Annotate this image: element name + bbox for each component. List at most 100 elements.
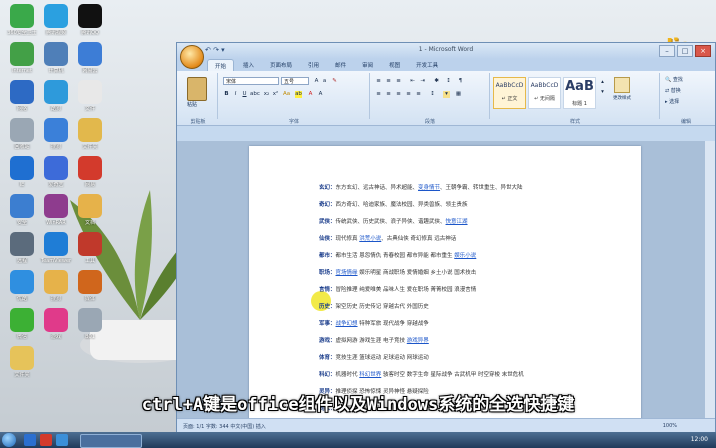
icon-14[interactable]: 爱奇艺 [38, 156, 74, 188]
document-page[interactable]: 玄幻：东方玄幻、远古神话、异术超能、变身情节、王朝争霸、转世重生、异世大陆 奇幻：… [249, 146, 641, 421]
font-color-icon[interactable]: A [307, 91, 314, 98]
icon-27[interactable]: B01 [72, 308, 108, 340]
icon-10[interactable]: 回收站 [4, 118, 40, 150]
icon-19[interactable]: 远程 [4, 232, 40, 264]
minimize-button[interactable]: – [659, 45, 675, 57]
icon-12[interactable]: 文件夹 [72, 118, 108, 150]
line-link[interactable]: 变身情节 [418, 185, 440, 191]
style-normal[interactable]: AaBbCcD ↵ 正文 [493, 77, 526, 109]
align-center-icon[interactable]: ≡ [385, 91, 392, 98]
icon-23[interactable]: 搜狗 [38, 270, 74, 302]
sort-icon[interactable]: ↕ [445, 78, 452, 85]
icon-1[interactable]: 360安全卫士 [4, 4, 40, 36]
icon-3[interactable]: 腾讯QQ [72, 4, 108, 36]
vertical-scrollbar[interactable] [705, 141, 715, 421]
taskbar-media-icon[interactable] [40, 434, 52, 446]
icon-7[interactable]: 网络 [4, 80, 40, 112]
icon-17[interactable]: WinRAR [38, 194, 74, 226]
document-line[interactable]: 言情：冒险推理 纯爱唯美 品味人生 爱在职场 菁菁校园 浪漫言情 [319, 285, 476, 293]
tab-references[interactable]: 引用 [301, 59, 326, 71]
document-line[interactable]: 游戏：虚拟网游 游戏生涯 电子竞技 游戏异界 [319, 336, 429, 344]
tab-view[interactable]: 视图 [382, 59, 407, 71]
distribute-icon[interactable]: ≡ [415, 91, 422, 98]
document-line[interactable]: 仙侠：现代修真 洪荒小说、古典仙侠 奇幻修真 远古神话 [319, 234, 456, 242]
icon-16[interactable]: 安全 [4, 194, 40, 226]
decrease-indent-icon[interactable]: ⇤ [409, 78, 416, 85]
icon-13[interactable]: IE [4, 156, 40, 188]
icon-11[interactable]: 搜狗 [38, 118, 74, 150]
tab-page-layout[interactable]: 页面布局 [263, 59, 299, 71]
tab-review[interactable]: 审阅 [355, 59, 380, 71]
grow-font-icon[interactable]: A [313, 78, 320, 85]
align-left-icon[interactable]: ≡ [375, 91, 382, 98]
icon-9[interactable]: 文件 [72, 80, 108, 112]
document-line[interactable]: 体育：竞技生涯 篮球运动 足球运动 网球运动 [319, 353, 429, 361]
find-button[interactable]: 🔍 查找 [665, 76, 683, 83]
office-button[interactable] [180, 45, 204, 69]
char-border-icon[interactable]: A [317, 91, 324, 98]
document-line[interactable]: 奇幻：西方奇幻、哈迪家族、魔法校园、异类兽族、领主贵族 [319, 200, 468, 208]
change-styles-button[interactable]: 更改样式 [611, 77, 633, 103]
taskbar-word-item[interactable] [80, 434, 142, 448]
increase-indent-icon[interactable]: ⇥ [419, 78, 426, 85]
icon-2[interactable]: 腾讯视频 [38, 4, 74, 36]
zoom-level[interactable]: 100% [663, 423, 677, 429]
shrink-font-icon[interactable]: a [321, 78, 328, 85]
line-link[interactable]: 官场情缘 [336, 270, 358, 276]
line-link[interactable]: 科幻世界 [359, 372, 381, 378]
document-line[interactable]: 玄幻：东方玄幻、远古神话、异术超能、变身情节、王朝争霸、转世重生、异世大陆 [319, 183, 523, 191]
shading-icon[interactable]: ▾ [443, 91, 450, 98]
icon-25[interactable]: 微信 [4, 308, 40, 340]
icon-28[interactable]: 文件夹 [4, 346, 40, 378]
clear-format-icon[interactable]: ✎ [331, 78, 338, 85]
document-line[interactable]: 武侠：传统武侠、历史武侠、浪子异侠、谐趣武侠、快意江湖 [319, 217, 468, 225]
italic-icon[interactable]: I [232, 91, 239, 98]
start-button[interactable] [2, 433, 16, 447]
document-line[interactable]: 历史：架空历史 历史传记 穿越古代 外国历史 [319, 302, 429, 310]
icon-21[interactable]: 工具 [72, 232, 108, 264]
underline-icon[interactable]: U [241, 91, 248, 98]
chinese-layout-icon[interactable]: ✱ [433, 78, 440, 85]
bold-icon[interactable]: B [223, 91, 230, 98]
tab-mailings[interactable]: 邮件 [328, 59, 353, 71]
bullets-icon[interactable]: ≡ [375, 78, 382, 85]
paste-icon[interactable] [187, 77, 207, 101]
align-right-icon[interactable]: ≡ [395, 91, 402, 98]
line-link[interactable]: 洪荒小说 [359, 236, 381, 242]
borders-icon[interactable]: ▦ [455, 91, 462, 98]
taskbar-ie-icon[interactable] [24, 434, 36, 446]
multilevel-icon[interactable]: ≡ [395, 78, 402, 85]
line-link[interactable]: 娱乐小说 [454, 253, 476, 259]
styles-scroll-up-icon[interactable]: ▴ [599, 79, 606, 86]
icon-20[interactable]: TeamViewer [38, 232, 74, 264]
document-line[interactable]: 职场：官场情缘 娱乐明星 商战职场 爱情婚姻 乡土小说 国术技击 [319, 268, 476, 276]
change-case-icon[interactable]: Aa [283, 91, 290, 98]
subscript-icon[interactable]: x₂ [263, 91, 270, 98]
icon-8[interactable]: 酷狗 [38, 80, 74, 112]
line-link[interactable]: 游戏异界 [407, 338, 429, 344]
icon-6[interactable]: 网易云 [72, 42, 108, 74]
style-no-spacing[interactable]: AaBbCcD ↵ 无间隔 [528, 77, 561, 109]
numbering-icon[interactable]: ≡ [385, 78, 392, 85]
strikethrough-icon[interactable]: abc [250, 91, 260, 98]
justify-icon[interactable]: ≡ [405, 91, 412, 98]
document-line[interactable]: 科幻：机器时代 科幻世界 骇客时空 数字生命 星际战争 古武机甲 时空穿梭 末世… [319, 370, 524, 378]
maximize-button[interactable]: □ [677, 45, 693, 57]
font-size-select[interactable]: 五号 [281, 77, 309, 85]
replace-button[interactable]: ⇄ 替换 [665, 87, 681, 94]
icon-15[interactable]: 网易 [72, 156, 108, 188]
taskbar-player-icon[interactable] [56, 434, 68, 446]
icon-24[interactable]: 媒体 [72, 270, 108, 302]
icon-5[interactable]: 计算机 [38, 42, 74, 74]
line-link[interactable]: 战争幻想 [336, 321, 358, 327]
document-line[interactable]: 军事：战争幻想 特种军旅 现代战争 穿越战争 [319, 319, 429, 327]
document-line[interactable]: 都市：都市生活 恩怨情仇 青春校园 都市异能 都市重生 娱乐小说 [319, 251, 476, 259]
icon-18[interactable]: 文档 [72, 194, 108, 226]
tab-insert[interactable]: 插入 [236, 59, 261, 71]
show-marks-icon[interactable]: ¶ [457, 78, 464, 85]
close-button[interactable]: × [695, 45, 711, 57]
highlight-icon[interactable]: ab [295, 91, 302, 98]
icon-4[interactable]: Internet [4, 42, 40, 74]
tab-developer[interactable]: 开发工具 [409, 59, 445, 71]
icon-26[interactable]: 游戏 [38, 308, 74, 340]
